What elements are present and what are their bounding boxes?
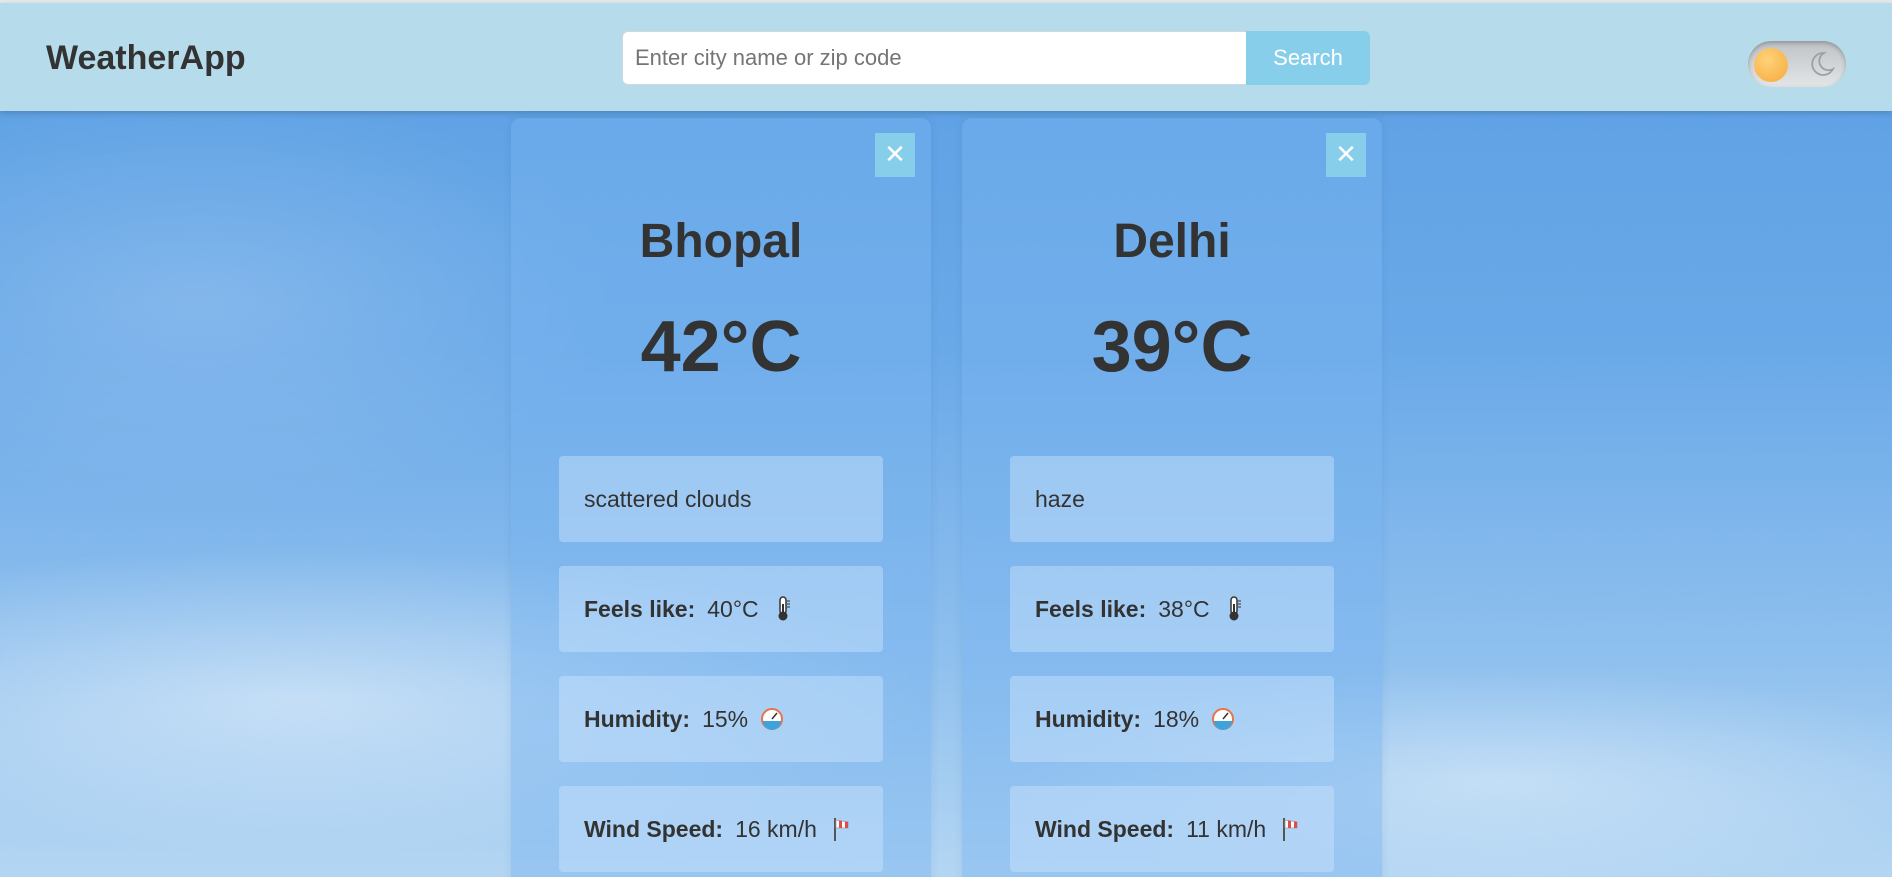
feels-like-label: Feels like: xyxy=(1035,595,1147,622)
wind-speed-row: Wind Speed: 16 km/h xyxy=(559,786,883,872)
humidity-gauge-icon xyxy=(761,708,784,730)
feels-like-row: Feels like: 38°C xyxy=(1010,566,1334,652)
moon-icon xyxy=(1811,52,1836,76)
search-bar: Search xyxy=(622,31,1370,85)
wind-speed-value: 11 km/h xyxy=(1186,815,1267,842)
windsock-icon xyxy=(1283,818,1298,841)
weather-card-delhi: ✕ Delhi 39°C haze Feels like: 38°C Humid… xyxy=(962,118,1382,877)
wind-speed-value: 16 km/h xyxy=(735,815,817,842)
search-button[interactable]: Search xyxy=(1246,31,1370,85)
city-name: Bhopal xyxy=(639,215,803,268)
feels-like-value: 40°C xyxy=(707,595,759,622)
app-title: WeatherApp xyxy=(46,39,246,77)
feels-like-value: 38°C xyxy=(1158,595,1210,622)
search-input[interactable] xyxy=(622,31,1246,85)
windsock-icon xyxy=(833,818,849,841)
weather-card-bhopal: ✕ Bhopal 42°C scattered clouds Feels lik… xyxy=(511,118,931,877)
app-header: WeatherApp Search xyxy=(0,3,1892,111)
wind-speed-row: Wind Speed: 11 km/h xyxy=(1010,786,1334,872)
wind-speed-label: Wind Speed: xyxy=(584,815,724,842)
humidity-gauge-icon xyxy=(1212,708,1235,730)
description-text: haze xyxy=(1035,485,1085,512)
feels-like-label: Feels like: xyxy=(584,595,696,622)
sun-icon xyxy=(1754,48,1788,82)
weather-description: scattered clouds xyxy=(559,456,883,542)
thermometer-icon xyxy=(778,596,790,621)
wind-speed-label: Wind Speed: xyxy=(1035,815,1175,842)
humidity-value: 15% xyxy=(702,705,749,732)
city-name: Delhi xyxy=(1113,215,1231,268)
thermometer-icon xyxy=(1229,596,1241,621)
close-card-button[interactable]: ✕ xyxy=(875,133,915,177)
humidity-row: Humidity: 18% xyxy=(1010,676,1334,762)
description-text: scattered clouds xyxy=(584,485,752,512)
temperature: 42°C xyxy=(640,307,802,387)
weather-description: haze xyxy=(1010,456,1334,542)
humidity-row: Humidity: 15% xyxy=(559,676,883,762)
close-card-button[interactable]: ✕ xyxy=(1326,133,1366,177)
humidity-label: Humidity: xyxy=(584,705,691,732)
temperature: 39°C xyxy=(1091,307,1253,387)
humidity-label: Humidity: xyxy=(1035,705,1142,732)
theme-toggle[interactable] xyxy=(1748,41,1846,87)
humidity-value: 18% xyxy=(1153,705,1200,732)
feels-like-row: Feels like: 40°C xyxy=(559,566,883,652)
